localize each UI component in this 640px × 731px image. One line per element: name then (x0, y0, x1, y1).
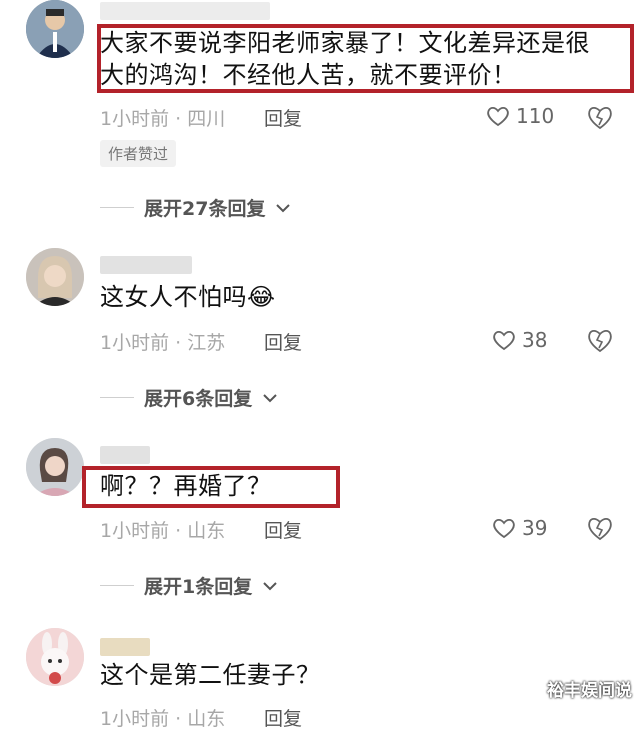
avatar-portrait-icon (26, 438, 84, 496)
chevron-down-icon (263, 581, 277, 590)
watermark: 裕丰娱间说 (547, 681, 632, 701)
dislike-icon[interactable] (586, 326, 614, 354)
comment-text-line-2: 大的鸿沟！不经他人苦，就不要评价！ (100, 61, 517, 89)
author-liked-badge: 作者赞过 (100, 140, 177, 167)
time-location: 1小时前 · 四川 (100, 108, 226, 130)
reply-button[interactable]: 回复 (264, 328, 302, 355)
username-blurred[interactable] (100, 446, 150, 464)
expand-replies-button[interactable]: 展开27条回复 (100, 194, 291, 221)
like-button[interactable]: 110 (486, 104, 554, 128)
comment-text: 这女人不怕吗😂 (100, 280, 276, 314)
like-button[interactable]: 39 (492, 516, 547, 540)
expand-label: 展开27条回复 (144, 198, 266, 220)
time-location: 1小时前 · 山东 (100, 520, 226, 542)
divider-line (100, 397, 134, 398)
like-count: 110 (516, 104, 555, 128)
avatar[interactable] (26, 438, 84, 496)
like-count: 39 (522, 516, 548, 540)
reply-button[interactable]: 回复 (264, 104, 302, 131)
expand-replies-button[interactable]: 展开1条回复 (100, 572, 278, 599)
avatar[interactable] (26, 248, 84, 306)
comment-text-content: 这女人不怕吗 (100, 283, 247, 311)
heart-icon (487, 106, 509, 127)
comment-text: 啊？？再婚了？ (100, 472, 272, 500)
chevron-down-icon (263, 393, 277, 402)
like-button[interactable]: 38 (492, 328, 547, 352)
dislike-icon[interactable] (586, 103, 614, 131)
username-blurred[interactable] (100, 638, 150, 656)
time-location: 1小时前 · 江苏 (100, 332, 226, 354)
avatar[interactable] (26, 628, 84, 686)
dislike-icon[interactable] (586, 514, 614, 542)
avatar-portrait-icon (26, 248, 84, 306)
avatar-cartoon-rabbit-icon (26, 628, 84, 686)
expand-label: 展开6条回复 (144, 388, 253, 410)
expand-replies-button[interactable]: 展开6条回复 (100, 384, 278, 411)
comment-text: 这个是第二任妻子？ (100, 661, 321, 689)
username-blurred[interactable] (100, 2, 270, 20)
time-location: 1小时前 · 山东 (100, 708, 226, 730)
divider-line (100, 207, 134, 208)
like-count: 38 (522, 328, 548, 352)
expand-label: 展开1条回复 (144, 576, 253, 598)
comment-text-line-1: 大家不要说李阳老师家暴了！文化差异还是很 (100, 29, 590, 57)
reply-button[interactable]: 回复 (264, 704, 302, 731)
heart-icon (493, 518, 515, 539)
divider-line (100, 585, 134, 586)
avatar[interactable] (26, 0, 84, 58)
chevron-down-icon (276, 203, 291, 212)
reply-button[interactable]: 回复 (264, 516, 302, 543)
username-blurred[interactable] (100, 256, 192, 274)
heart-icon (493, 330, 515, 351)
avatar-portrait-icon (26, 0, 84, 58)
laughing-emoji: 😂 (247, 283, 276, 311)
